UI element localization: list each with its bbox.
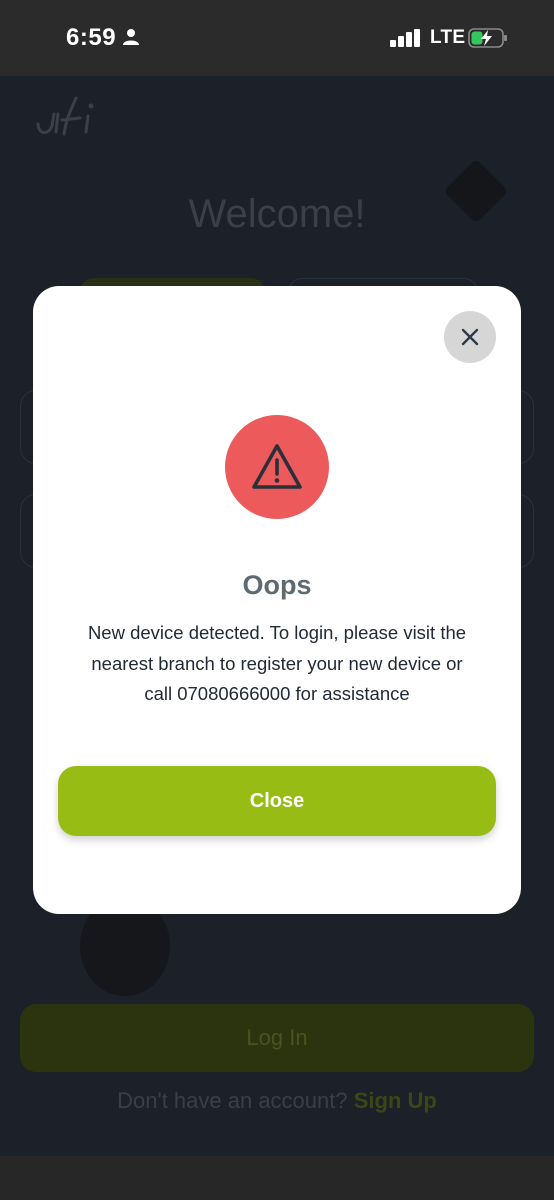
brand-logo: [36, 96, 94, 136]
person-icon: [123, 29, 139, 45]
dialog-message: New device detected. To login, please vi…: [87, 622, 467, 704]
dialog-close-x-button[interactable]: [444, 311, 496, 363]
warning-badge: [225, 415, 329, 519]
signal-icon: [390, 29, 420, 47]
status-bar: 6:59 LTE: [0, 0, 554, 76]
error-dialog: Oops New device detected. To login, plea…: [33, 286, 521, 914]
login-button: Log In: [20, 1004, 534, 1072]
battery-charging-icon: [468, 28, 507, 48]
signup-prompt-text: Don't have an account?: [117, 1088, 348, 1113]
signup-prompt: Don't have an account? Sign Up: [0, 1088, 554, 1114]
status-time: 6:59: [66, 24, 117, 51]
bottom-bar: [0, 1156, 554, 1200]
signup-link: Sign Up: [353, 1088, 437, 1113]
warning-icon: [252, 444, 302, 489]
close-icon: [461, 328, 479, 346]
close-button[interactable]: Close: [58, 766, 496, 836]
welcome-heading: Welcome!: [188, 192, 366, 236]
dialog-title: Oops: [242, 570, 312, 600]
network-label: LTE: [430, 27, 466, 48]
